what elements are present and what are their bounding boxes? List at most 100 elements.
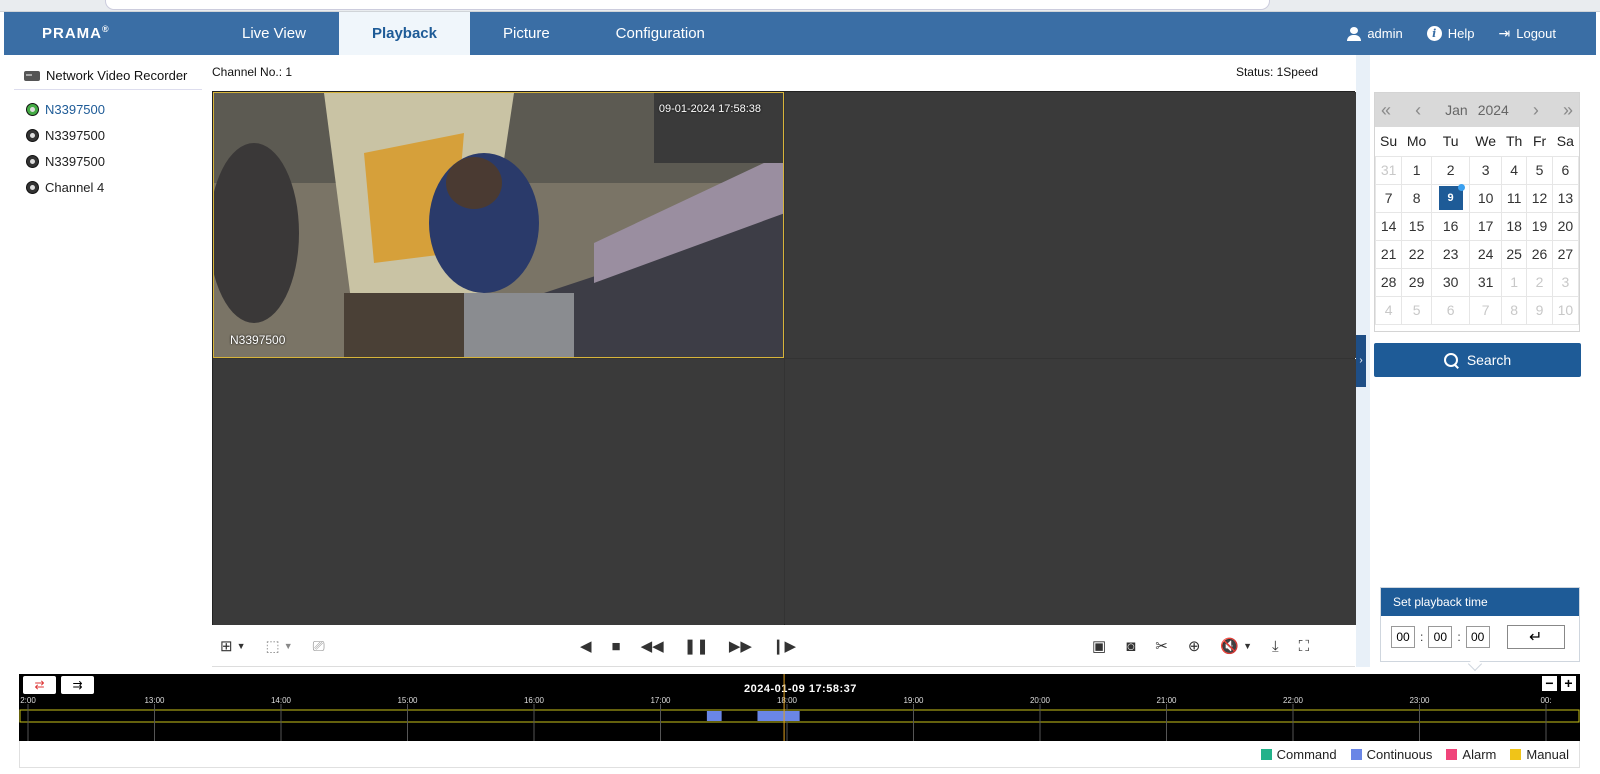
camera-item-3[interactable]: N3397500 xyxy=(14,148,202,174)
prev-month-button[interactable]: ‹ xyxy=(1415,100,1421,121)
calendar-day[interactable]: 20 xyxy=(1551,211,1580,241)
hour-input[interactable] xyxy=(1391,626,1415,648)
weekday-label: Sa xyxy=(1556,133,1574,150)
logout-link[interactable]: ⇥ Logout xyxy=(1499,25,1557,42)
camera-item-1[interactable]: N3397500 xyxy=(14,96,202,122)
video-window-4[interactable] xyxy=(785,359,1356,625)
minute-input[interactable] xyxy=(1428,626,1453,648)
chevron-down-icon: ▼ xyxy=(283,640,293,651)
pause-button[interactable]: ❚❚ xyxy=(684,639,709,654)
calendar-day[interactable]: 17 xyxy=(1469,211,1502,241)
calendar-day[interactable]: 7 xyxy=(1374,183,1403,213)
help-link[interactable]: i Help xyxy=(1426,26,1475,41)
stream-switch-button[interactable]: ⎚ xyxy=(313,639,325,654)
set-playback-time-title: Set playback time xyxy=(1381,588,1579,616)
weekday-row: Su Mo Tu We Th Fr Sa xyxy=(1376,127,1579,156)
calendar-day[interactable]: 6 xyxy=(1551,155,1580,185)
nvr-playback-page: PRAMA® Live View Playback Picture Config… xyxy=(0,0,1600,774)
camera-item-4[interactable]: Channel 4 xyxy=(14,174,202,200)
calendar-day[interactable]: 6 xyxy=(1430,295,1471,325)
search-button[interactable]: Search xyxy=(1374,343,1581,377)
calendar-day[interactable]: 31 xyxy=(1469,267,1502,297)
legend-swatch xyxy=(1260,748,1272,760)
audio-button[interactable]: 🔇 ▼ xyxy=(1220,639,1252,654)
time-separator: : xyxy=(1457,630,1461,644)
stop-button[interactable]: ■ xyxy=(612,639,621,654)
calendar-day[interactable]: 14 xyxy=(1374,211,1403,241)
window-division-button[interactable]: ⬚ ▼ xyxy=(266,639,293,654)
calendar-day[interactable]: 10 xyxy=(1469,183,1502,213)
calendar-day[interactable]: 8 xyxy=(1500,295,1528,325)
rewind-icon: ◀◀ xyxy=(640,637,664,655)
collapse-panel-button[interactable]: › xyxy=(1356,335,1366,387)
calendar-day[interactable]: 3 xyxy=(1469,155,1502,185)
fullscreen-button[interactable]: ⛶ xyxy=(1299,639,1310,654)
tab-picture[interactable]: Picture xyxy=(470,12,583,55)
calendar-day[interactable]: 8 xyxy=(1401,183,1432,213)
calendar-day[interactable]: 2 xyxy=(1430,155,1471,185)
video-window-3[interactable] xyxy=(213,359,784,625)
prev-year-button[interactable]: « xyxy=(1381,100,1391,121)
go-to-time-button[interactable]: ↵ xyxy=(1506,625,1565,649)
calendar-day[interactable]: 24 xyxy=(1469,239,1502,269)
calendar-day[interactable]: 4 xyxy=(1500,155,1528,185)
calendar-day[interactable]: 21 xyxy=(1374,239,1403,269)
calendar-day[interactable]: 12 xyxy=(1526,183,1553,213)
calendar-day[interactable]: 22 xyxy=(1401,239,1432,269)
lock-file-button[interactable]: ▣ xyxy=(1092,639,1106,654)
calendar-day-selected[interactable]: 9 xyxy=(1430,183,1471,213)
playback-timeline[interactable]: ⇄ ⇉ − + 2024-01-09 17:58:37 2:00 13:00 14:… xyxy=(19,674,1580,741)
calendar-day[interactable]: 5 xyxy=(1401,295,1432,325)
calendar-day[interactable]: 29 xyxy=(1401,267,1432,297)
second-input[interactable] xyxy=(1465,626,1490,648)
video-window-2[interactable] xyxy=(785,92,1356,358)
calendar-day[interactable]: 5 xyxy=(1526,155,1553,185)
calendar-day[interactable]: 3 xyxy=(1551,267,1580,297)
tab-playback[interactable]: Playback xyxy=(338,12,470,55)
tab-live-view[interactable]: Live View xyxy=(209,12,339,55)
tab-configuration[interactable]: Configuration xyxy=(583,12,738,55)
window-layout-button[interactable]: ⊞ ▼ xyxy=(220,639,246,654)
capture-button[interactable]: ◙ xyxy=(1126,639,1135,654)
video-window-1[interactable]: 09-01-2024 17:58:38 N3397500 xyxy=(213,92,784,358)
calendar-day[interactable]: 2 xyxy=(1526,267,1553,297)
digital-zoom-button[interactable]: ⊕ xyxy=(1188,639,1201,654)
reverse-play-button[interactable]: ◀ xyxy=(580,639,592,654)
camera-item-2[interactable]: N3397500 xyxy=(14,122,202,148)
window-division-icon: ⬚ xyxy=(265,637,280,655)
single-frame-button[interactable]: ❙▶ xyxy=(772,639,796,654)
calendar-day[interactable]: 1 xyxy=(1500,267,1528,297)
calendar-day[interactable]: 15 xyxy=(1401,211,1432,241)
device-tree-header[interactable]: Network Video Recorder xyxy=(14,62,202,90)
camera-icon xyxy=(26,154,39,168)
calendar-day[interactable]: 23 xyxy=(1430,239,1471,269)
calendar-day[interactable]: 9 xyxy=(1526,295,1553,325)
calendar-day[interactable]: 26 xyxy=(1526,239,1553,269)
speed-up-button[interactable]: ▶▶ xyxy=(729,639,752,654)
calendar-day[interactable]: 25 xyxy=(1500,239,1528,269)
calendar-day[interactable]: 31 xyxy=(1374,155,1403,185)
calendar-day[interactable]: 16 xyxy=(1430,211,1471,241)
calendar-day[interactable]: 19 xyxy=(1526,211,1553,241)
next-year-button[interactable]: » xyxy=(1563,100,1573,121)
calendar-day[interactable]: 28 xyxy=(1374,267,1403,297)
browser-chrome xyxy=(0,0,1600,12)
legend-command: Command xyxy=(1260,747,1337,762)
calendar-day[interactable]: 30 xyxy=(1430,267,1471,297)
calendar-day[interactable]: 11 xyxy=(1500,183,1528,213)
address-bar[interactable] xyxy=(105,0,1270,10)
calendar-day[interactable]: 27 xyxy=(1551,239,1580,269)
slow-down-button[interactable]: ◀◀ xyxy=(641,639,664,654)
calendar-day[interactable]: 1 xyxy=(1401,155,1432,185)
clip-button[interactable]: ✂ xyxy=(1155,639,1168,654)
calendar-day[interactable]: 10 xyxy=(1551,295,1580,325)
next-month-button[interactable]: › xyxy=(1533,100,1539,121)
user-menu[interactable]: admin xyxy=(1347,26,1403,41)
video-lock-icon: ▣ xyxy=(1092,637,1107,655)
calendar-day[interactable]: 18 xyxy=(1500,211,1528,241)
download-button[interactable]: ⤓ xyxy=(1272,639,1279,654)
calendar-day[interactable]: 7 xyxy=(1469,295,1502,325)
logout-label: Logout xyxy=(1516,26,1556,41)
calendar-day[interactable]: 4 xyxy=(1374,295,1403,325)
calendar-day[interactable]: 13 xyxy=(1551,183,1580,213)
